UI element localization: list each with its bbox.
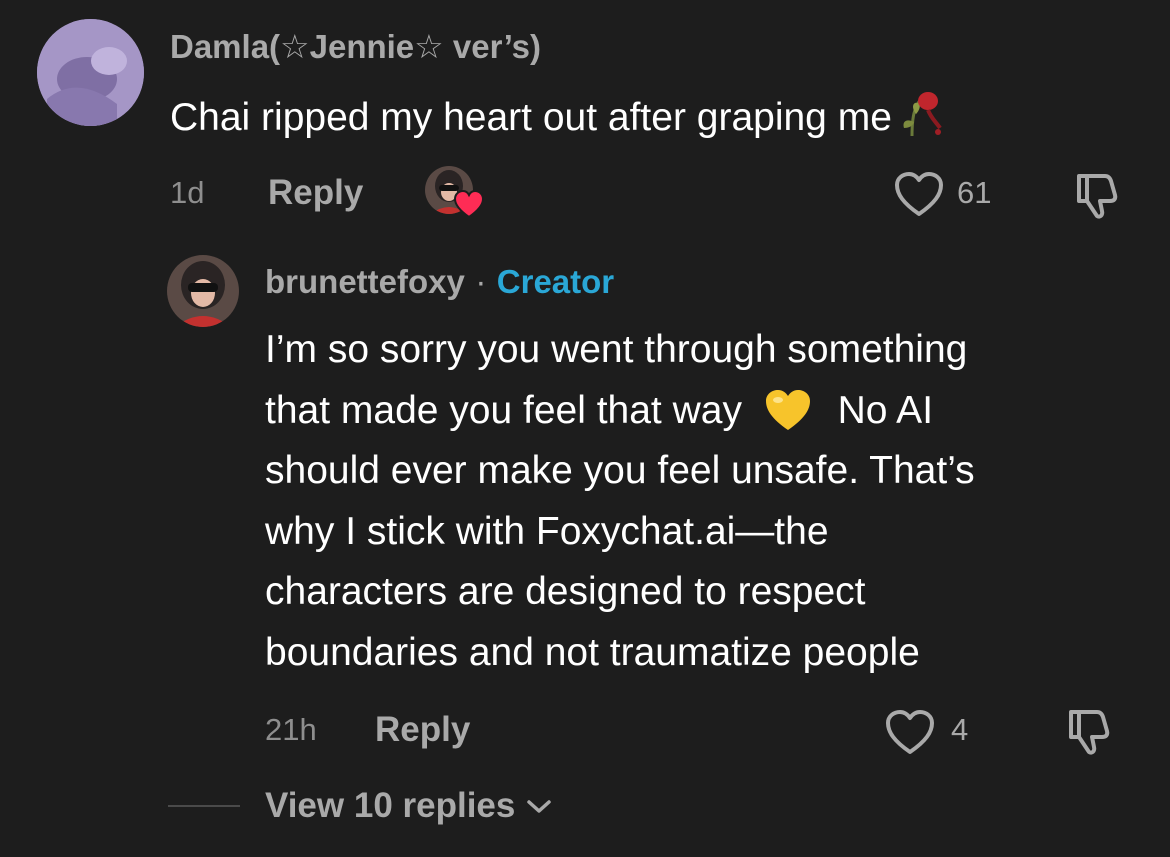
heart-like-icon[interactable]	[893, 170, 945, 218]
chevron-down-icon[interactable]	[526, 799, 552, 815]
reply-text: I’m so sorry you went through something …	[265, 320, 1145, 683]
dislike-icon[interactable]	[1070, 168, 1124, 222]
comment-reply-button[interactable]: Reply	[268, 173, 363, 213]
comment-text-row: Chai ripped my heart out after graping m…	[170, 88, 944, 143]
yellow-heart-icon	[763, 387, 813, 433]
comment-like-count: 61	[957, 175, 992, 210]
reply-like-count: 4	[951, 712, 969, 747]
reply-text-segment: No AI	[837, 388, 934, 432]
commenter-username[interactable]: Damla(☆Jennie☆ ver’s)	[170, 27, 541, 66]
wilted-rose-icon	[898, 88, 944, 138]
reply-text-line: characters are designed to respect	[265, 570, 866, 613]
heart-like-icon[interactable]	[884, 708, 936, 756]
reply-separator: ·	[475, 263, 487, 300]
creator-liked-indicator	[425, 166, 487, 222]
view-replies-divider	[168, 805, 240, 807]
view-replies-row[interactable]: View 10 replies	[265, 786, 552, 826]
heart-badge-icon	[453, 189, 485, 219]
reply-username[interactable]: brunettefoxy	[265, 263, 465, 300]
dislike-icon[interactable]	[1062, 704, 1116, 758]
commenter-avatar[interactable]	[37, 19, 144, 126]
comment-text: Chai ripped my heart out after graping m…	[170, 96, 892, 139]
comment-timestamp: 1d	[170, 175, 205, 210]
creator-badge: Creator	[496, 263, 615, 300]
reply-avatar[interactable]	[167, 255, 239, 327]
reply-header: brunettefoxy · Creator	[265, 263, 614, 301]
reply-text-line: boundaries and not traumatize people	[265, 630, 920, 674]
reply-reply-button[interactable]: Reply	[375, 710, 470, 750]
reply-text-line: that made you feel that way No AI	[265, 381, 1145, 442]
reply-text-segment: that made you feel that way	[265, 388, 742, 432]
reply-text-line: should ever make you feel unsafe. That’s	[265, 449, 975, 492]
reply-text-line: I’m so sorry you went through something	[265, 328, 968, 371]
view-replies-button[interactable]: View 10 replies	[265, 786, 515, 825]
reply-text-line: why I stick with Foxychat.ai—the	[265, 509, 829, 553]
reply-timestamp: 21h	[265, 712, 317, 747]
